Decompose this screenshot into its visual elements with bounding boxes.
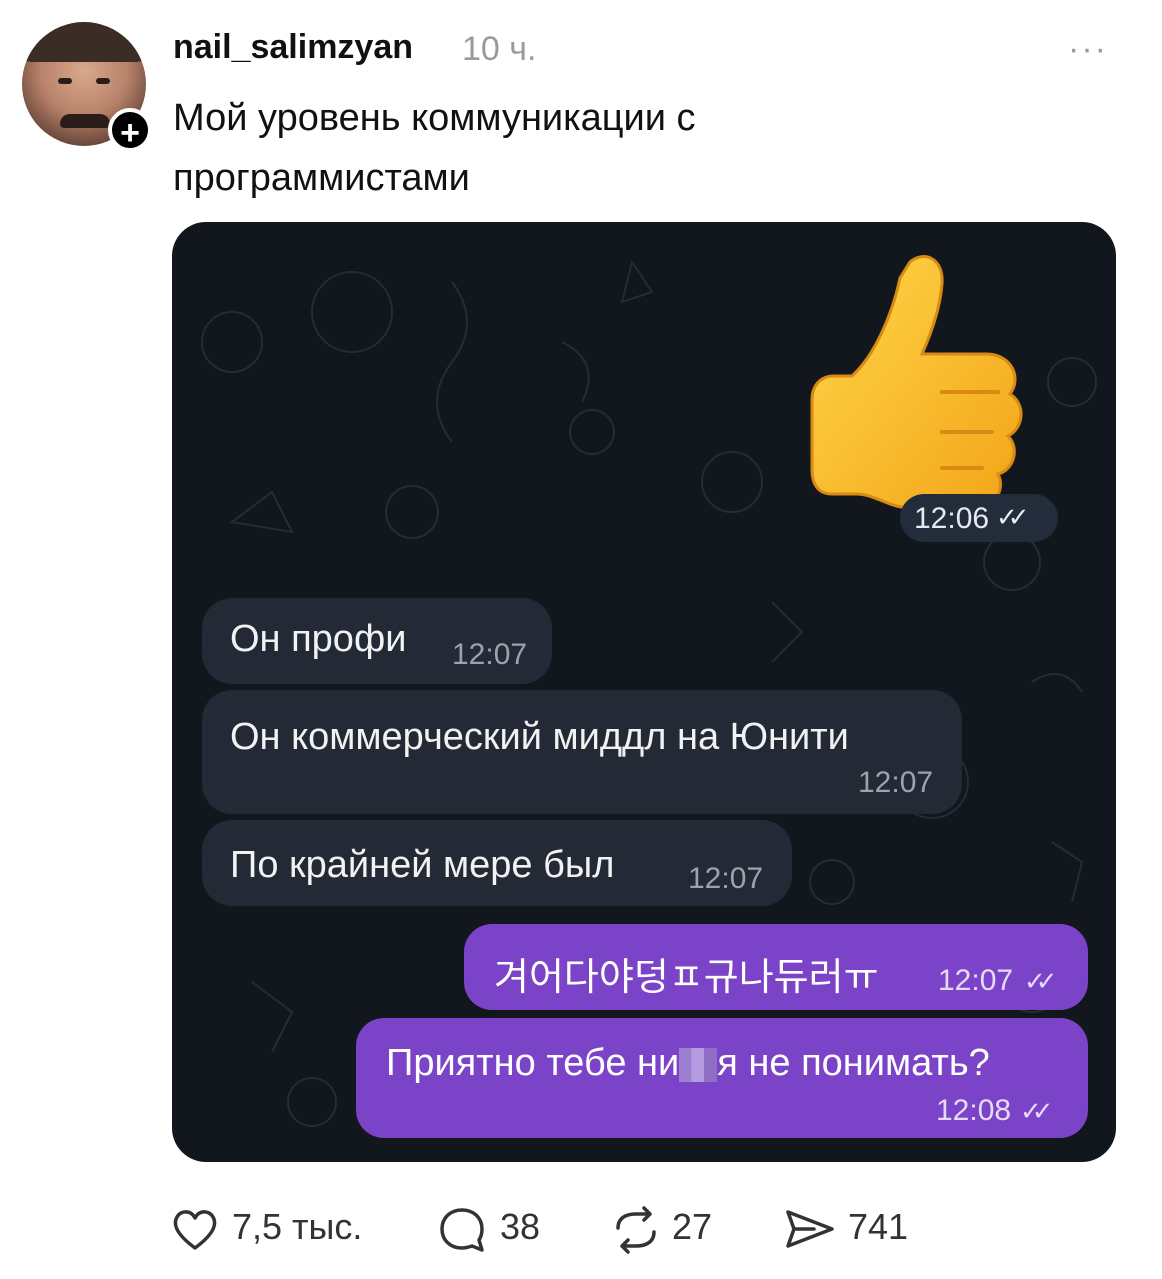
message-time: 12:07 xyxy=(688,862,764,895)
more-options-button[interactable]: ··· xyxy=(1068,30,1108,69)
outgoing-message[interactable]: Приятно тебе ни я не понимать? 12:08 ✓✓ xyxy=(356,1018,1088,1138)
message-text: По крайней мере был xyxy=(230,844,615,886)
avatar-mustache xyxy=(60,114,110,128)
author-avatar[interactable]: + xyxy=(22,22,152,152)
message-text: 겨어다야덩ㅍ규나듀러ㅠ xyxy=(494,957,879,999)
incoming-message[interactable]: Он профи 12:07 xyxy=(202,598,552,684)
share-button[interactable]: 741 xyxy=(784,1202,914,1258)
incoming-message[interactable]: По крайней мере был 12:07 xyxy=(202,820,792,906)
message-text: Приятно тебе ни я не понимать? xyxy=(386,1042,990,1085)
post-actions: 7,5 тыс. 38 27 741 xyxy=(170,1202,970,1258)
heart-icon xyxy=(173,1210,217,1250)
message-time: 12:08 xyxy=(936,1094,1012,1127)
repost-button[interactable]: 27 xyxy=(610,1202,720,1258)
comment-count: 38 xyxy=(500,1206,541,1247)
repost-count: 27 xyxy=(672,1206,713,1247)
message-text-end: я не понимать? xyxy=(717,1042,990,1084)
follow-button[interactable]: + xyxy=(108,108,152,152)
repost-icon xyxy=(616,1206,656,1254)
sticker-time: 12:06 xyxy=(914,502,990,535)
share-count: 741 xyxy=(848,1206,909,1247)
message-text: Он коммерческий миддл на Юнити xyxy=(230,716,849,758)
like-button[interactable]: 7,5 тыс. xyxy=(170,1202,370,1258)
message-text: Он профи xyxy=(230,618,407,660)
read-receipt-icon: ✓✓ xyxy=(1020,1096,1053,1126)
thread-post: + nail_salimzyan 10 ч. ··· Мой уровень к… xyxy=(0,0,1162,1279)
avatar-eye-left xyxy=(58,78,72,84)
thumbs-up-sticker xyxy=(810,255,1023,510)
outgoing-message[interactable]: 겨어다야덩ㅍ규나듀러ㅠ 12:07 ✓✓ xyxy=(464,924,1088,1010)
comment-button[interactable]: 38 xyxy=(438,1202,548,1258)
message-time: 12:07 xyxy=(858,766,934,799)
read-receipt-icon: ✓✓ xyxy=(996,502,1029,532)
send-icon xyxy=(786,1210,834,1248)
post-text: Мой уровень коммуникации с программистам… xyxy=(173,97,696,199)
chat-screenshot[interactable]: 12:06 ✓✓ Он профи 12:07 Он коммерческий … xyxy=(172,222,1116,1162)
message-time: 12:07 xyxy=(452,638,528,671)
post-timestamp: 10 ч. xyxy=(462,30,537,68)
sticker-time-badge: 12:06 ✓✓ xyxy=(900,494,1058,542)
message-text-start: Приятно тебе ни xyxy=(386,1042,680,1084)
comment-bubble-icon xyxy=(440,1208,484,1252)
censor-blur xyxy=(679,1047,718,1082)
like-count: 7,5 тыс. xyxy=(232,1206,363,1247)
avatar-eye-right xyxy=(96,78,110,84)
incoming-message[interactable]: Он коммерческий миддл на Юнити 12:07 xyxy=(202,690,962,814)
message-time: 12:07 xyxy=(938,964,1014,997)
avatar-hair xyxy=(22,22,146,62)
read-receipt-icon: ✓✓ xyxy=(1024,966,1057,996)
author-username[interactable]: nail_salimzyan xyxy=(173,28,413,67)
